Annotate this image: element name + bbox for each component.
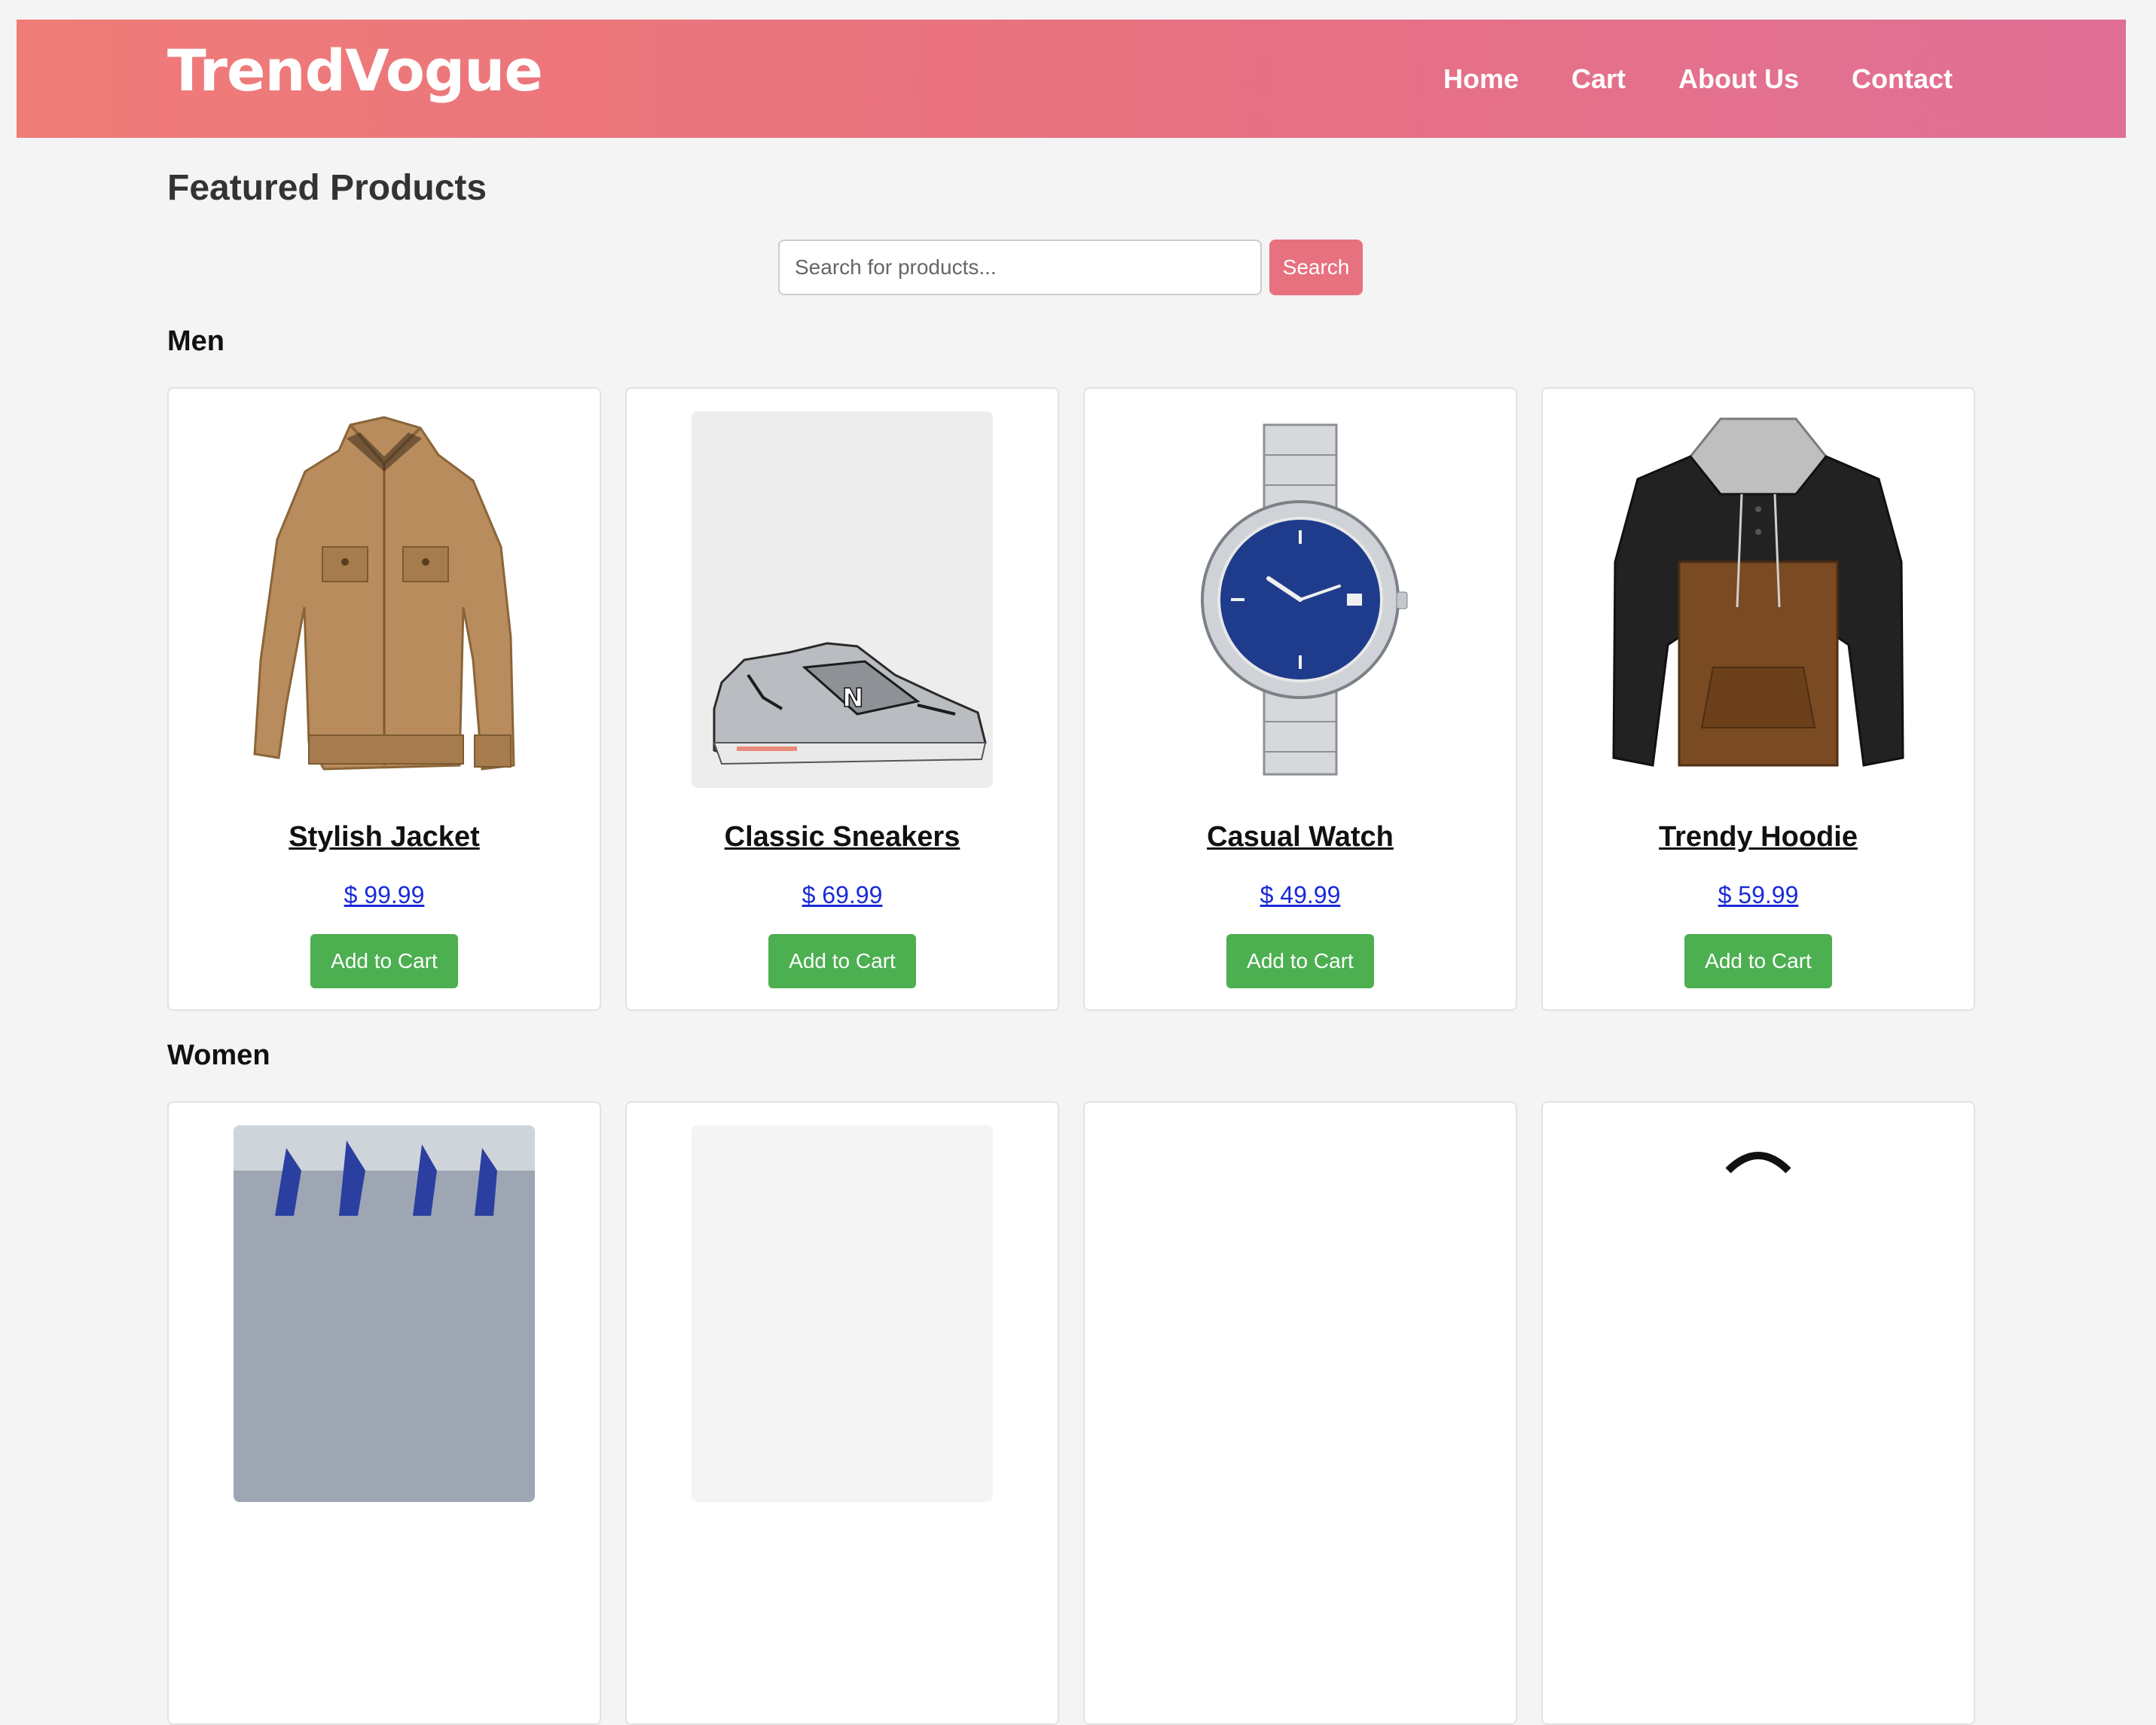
- product-card: Trendy Hoodie $ 59.99 Add to Cart: [1541, 387, 1975, 1011]
- hoodie-image: [1608, 411, 1909, 788]
- product-name[interactable]: Trendy Hoodie: [1543, 821, 1974, 853]
- site-logo[interactable]: TrendVogue: [167, 42, 543, 99]
- product-name[interactable]: Stylish Jacket: [169, 821, 600, 853]
- main-nav: Home Cart About Us Contact: [1443, 63, 1953, 95]
- product-card: [1083, 1101, 1517, 1725]
- add-to-cart-button[interactable]: Add to Cart: [1684, 934, 1832, 988]
- product-image-placeholder[interactable]: [692, 1125, 993, 1502]
- product-image-blank[interactable]: [1150, 1125, 1451, 1502]
- product-image-watch[interactable]: [1150, 411, 1451, 788]
- product-image-dress[interactable]: [234, 1125, 535, 1502]
- search-input[interactable]: [778, 240, 1262, 295]
- svg-text:N: N: [842, 683, 863, 713]
- section-title-men: Men: [167, 325, 224, 357]
- product-card: Casual Watch $ 49.99 Add to Cart: [1083, 387, 1517, 1011]
- product-image-jacket[interactable]: [234, 411, 535, 788]
- product-name[interactable]: Classic Sneakers: [627, 821, 1058, 853]
- watch-image: [1150, 411, 1451, 788]
- nav-about-us[interactable]: About Us: [1678, 63, 1799, 95]
- section-title-women: Women: [167, 1040, 270, 1071]
- nav-contact[interactable]: Contact: [1852, 63, 1953, 95]
- product-price[interactable]: $ 99.99: [169, 881, 600, 909]
- add-to-cart-button[interactable]: Add to Cart: [310, 934, 458, 988]
- product-price[interactable]: $ 59.99: [1543, 881, 1974, 909]
- page-title: Featured Products: [167, 168, 487, 208]
- nav-home[interactable]: Home: [1443, 63, 1519, 95]
- product-name[interactable]: Casual Watch: [1085, 821, 1516, 853]
- add-to-cart-button[interactable]: Add to Cart: [768, 934, 916, 988]
- search-button[interactable]: Search: [1269, 240, 1363, 295]
- nav-cart[interactable]: Cart: [1571, 63, 1626, 95]
- product-card: Stylish Jacket $ 99.99 Add to Cart: [167, 387, 601, 1011]
- product-image-sneakers[interactable]: N: [692, 411, 993, 788]
- product-price[interactable]: $ 69.99: [627, 881, 1058, 909]
- product-grid-women: [167, 1101, 1975, 1725]
- product-card: [625, 1101, 1059, 1725]
- search-bar: Search: [778, 240, 1363, 295]
- product-card: [1541, 1101, 1975, 1725]
- site-header: TrendVogue Home Cart About Us Contact: [17, 20, 2126, 138]
- sneakers-image: N: [692, 411, 993, 788]
- product-grid-men: Stylish Jacket $ 99.99 Add to Cart N Cla…: [167, 387, 1975, 1011]
- black-item-image: [1608, 1125, 1909, 1502]
- jacket-image: [234, 411, 535, 788]
- dress-photo-image: [234, 1125, 535, 1502]
- product-card: [167, 1101, 601, 1725]
- product-card: N Classic Sneakers $ 69.99 Add to Cart: [625, 387, 1059, 1011]
- product-image-black-item[interactable]: [1608, 1125, 1909, 1502]
- add-to-cart-button[interactable]: Add to Cart: [1226, 934, 1374, 988]
- product-price[interactable]: $ 49.99: [1085, 881, 1516, 909]
- product-image-hoodie[interactable]: [1608, 411, 1909, 788]
